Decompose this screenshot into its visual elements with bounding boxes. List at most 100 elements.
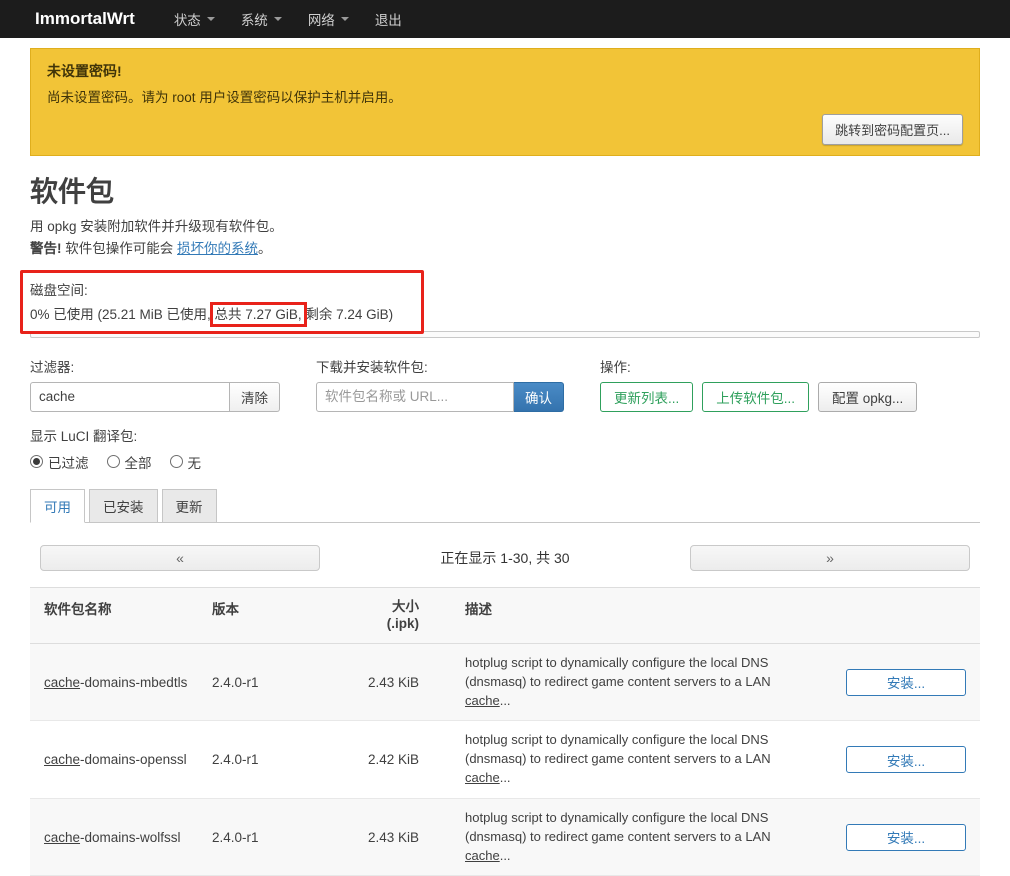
actions-button-row: 更新列表... 上传软件包... 配置 opkg... [600,381,918,412]
password-alert-banner: 未设置密码! 尚未设置密码。请为 root 用户设置密码以保护主机并启用。 跳转… [30,48,980,156]
package-name-link[interactable]: cache-domains-wolfssl [44,830,212,845]
clear-filter-button[interactable]: 清除 [230,381,280,412]
package-description: hotplug script to dynamically configure … [427,809,826,866]
translation-label: 显示 LuCI 翻译包: [30,428,138,444]
tab-updates[interactable]: 更新 [161,488,217,523]
install-button[interactable]: 安装... [846,823,966,851]
package-name-match: cache [44,674,81,690]
tab-available[interactable]: 可用 [30,488,85,523]
description-cache-link[interactable]: cache [465,770,500,785]
download-label: 下载并安装软件包: [316,359,428,375]
package-description: hotplug script to dynamically configure … [427,731,826,788]
disk-space-label: 磁盘空间: [30,282,88,298]
actions-label: 操作: [600,359,631,375]
filter-input-group: 清除 [30,381,280,412]
table-row: cache-domains-mbedtls 2.4.0-r1 2.43 KiB … [30,643,980,722]
install-button[interactable]: 安装... [846,746,966,774]
radio-label: 已过滤 [48,455,89,471]
radio-label: 全部 [124,455,152,471]
table-row: cache-domains-wolfssl 2.4.0-r1 2.43 KiB … [30,798,980,876]
configure-opkg-button[interactable]: 配置 opkg... [818,381,918,412]
nav-item-logout[interactable]: 退出 [362,0,415,38]
radio-icon [106,455,120,469]
nav-item-network[interactable]: 网络 [295,0,362,38]
table-header-row: 软件包名称 版本 大小 (.ipk) 描述 [30,587,980,644]
caret-down-icon [273,17,282,21]
radio-icon [30,455,43,469]
controls-row: 过滤器: 清除 下载并安装软件包: 确认 操作: 更新列表... 上传软件包..… [30,356,980,412]
nav-item-label: 网络 [307,13,335,28]
update-lists-button[interactable]: 更新列表... [600,381,694,412]
actions-group: 操作: 更新列表... 上传软件包... 配置 opkg... [600,356,918,412]
filter-group: 过滤器: 清除 [30,356,280,412]
description-cache-link[interactable]: cache [465,693,500,708]
header-size-line1: 大小 [392,598,419,614]
filter-input[interactable] [30,381,230,412]
brand-logo[interactable]: ImmortalWrt [35,9,135,29]
warning-line: 警告! 软件包操作可能会 损坏你的系统。 [30,240,980,259]
header-description: 描述 [465,601,492,617]
nav-item-status[interactable]: 状态 [161,0,228,38]
package-name-link[interactable]: cache-domains-openssl [44,752,212,767]
package-name-match: cache [44,829,81,845]
radio-option-all[interactable]: 全部 [106,452,152,472]
description-line1: hotplug script to dynamically configure … [465,732,769,748]
goto-password-config-button[interactable]: 跳转到密码配置页... [822,114,963,145]
radio-label: 无 [187,455,202,471]
description-ellipsis: ... [499,770,511,786]
caret-down-icon [340,17,349,21]
package-action-cell: 安装... [826,823,966,851]
translation-filter-section: 显示 LuCI 翻译包: 已过滤 全部 无 [30,425,980,472]
alert-title: 未设置密码! [47,63,122,79]
pagination-prev-button[interactable]: « [40,544,320,571]
description-line2: (dnsmasq) to redirect game content serve… [465,828,818,866]
warning-text: 软件包操作可能会 [61,240,178,256]
disk-usage-text: 0% 已使用 (25.21 MiB 已使用, 总共 7.27 GiB, 剩余 7… [30,301,980,327]
description-ellipsis: ... [499,847,511,863]
description-line2-text: (dnsmasq) to redirect game content serve… [465,828,771,844]
radio-option-none[interactable]: 无 [169,452,202,472]
nav-item-system[interactable]: 系统 [228,0,295,38]
damage-system-link[interactable]: 损坏你的系统 [177,241,258,256]
download-input-group: 确认 [316,381,564,412]
description-line2: (dnsmasq) to redirect game content serve… [465,750,818,788]
description-line1: hotplug script to dynamically configure … [465,809,769,825]
package-size: 2.42 KiB [367,752,419,768]
description-cache-link[interactable]: cache [465,848,500,863]
nav-item-label: 系统 [240,13,268,28]
header-size: 大小 (.ipk) [327,598,427,633]
package-tabs: 可用 已安装 更新 [30,488,980,523]
filter-label: 过滤器: [30,359,75,375]
description-line2: (dnsmasq) to redirect game content serve… [465,673,818,711]
description-line2-text: (dnsmasq) to redirect game content serve… [465,751,771,767]
disk-usage-after: 剩余 7.24 GiB) [301,306,394,322]
alert-message: 尚未设置密码。请为 root 用户设置密码以保护主机并启用。 [47,90,402,105]
package-version: 2.4.0-r1 [212,752,259,768]
package-name-link[interactable]: cache-domains-mbedtls [44,675,212,690]
header-package-name: 软件包名称 [44,601,112,617]
download-url-input[interactable] [316,381,514,412]
pagination-status: 正在显示 1-30, 共 30 [440,549,570,566]
package-table: 软件包名称 版本 大小 (.ipk) 描述 cache-domains-mbed… [30,586,980,876]
upload-package-button[interactable]: 上传软件包... [702,381,810,412]
package-size: 2.43 KiB [367,674,419,690]
page-title: 软件包 [30,176,115,207]
warning-bold: 警告! [30,240,62,256]
install-button[interactable]: 安装... [846,668,966,696]
disk-usage-before: 0% 已使用 (25.21 MiB 已使用, [30,306,215,322]
download-ok-button[interactable]: 确认 [514,381,564,412]
radio-option-filtered[interactable]: 已过滤 [30,452,89,472]
description-line1: hotplug script to dynamically configure … [465,654,769,670]
nav-item-label: 退出 [374,13,402,28]
alert-button-row: 跳转到密码配置页... [47,114,963,145]
package-description: hotplug script to dynamically configure … [427,654,826,711]
tab-installed[interactable]: 已安装 [89,488,158,523]
package-action-cell: 安装... [826,746,966,774]
package-action-cell: 安装... [826,668,966,696]
package-name-rest: -domains-wolfssl [80,829,181,845]
package-size: 2.43 KiB [367,829,419,845]
radio-icon [169,455,183,469]
annotation-rect-inner: 总共 7.27 GiB, [209,301,307,327]
pagination-next-button[interactable]: » [690,544,970,571]
translation-radio-row: 已过滤 全部 无 [30,452,980,472]
